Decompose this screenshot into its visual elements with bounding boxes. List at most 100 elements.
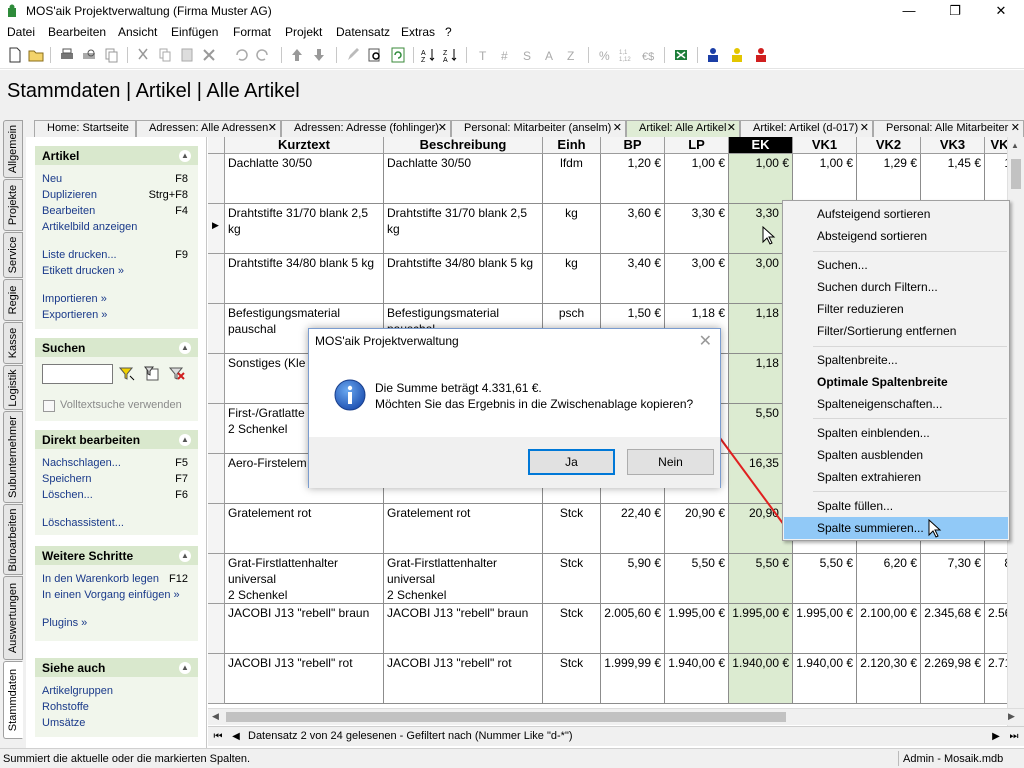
row-selector[interactable] [208, 654, 225, 704]
move-down-icon[interactable] [310, 46, 328, 64]
print-preview-icon[interactable] [80, 46, 98, 64]
grid-cell-beschreibung[interactable]: Gratelement rot [384, 504, 543, 554]
grid-cell-beschreibung[interactable]: JACOBI J13 "rebell" braun [384, 604, 543, 654]
row-selector[interactable] [208, 554, 225, 604]
tab-home[interactable]: Home: Startseite [34, 120, 136, 137]
grid-cell-einh[interactable]: Stck [543, 504, 601, 554]
hash-format-icon[interactable]: # [496, 46, 514, 64]
panel-artikel-header[interactable]: Artikel ▲ [35, 145, 198, 165]
vtab-allgemein[interactable]: Allgemein [3, 120, 23, 178]
vtab-bueroarbeiten[interactable]: Büroarbeiten [3, 504, 23, 575]
link-importieren[interactable]: Importieren » [42, 293, 107, 305]
link-bearbeiten[interactable]: Bearbeiten [42, 205, 95, 217]
link-liste-drucken[interactable]: Liste drucken... [42, 249, 117, 261]
menu-projekt[interactable]: Projekt [285, 25, 322, 39]
tab-alle-mitarbeiter[interactable]: Personal: Alle Mitarbeiter ✕ [873, 120, 1024, 137]
grid-cell-vk3[interactable]: 2.345,68 € [921, 604, 985, 654]
panel-siehe-header[interactable]: Siehe auch ▲ [35, 657, 198, 677]
link-loeschassistent[interactable]: Löschassistent... [42, 517, 124, 529]
link-exportieren[interactable]: Exportieren » [42, 309, 107, 321]
grid-cell-einh[interactable]: kg [543, 204, 601, 254]
scroll-up-icon[interactable]: ▲ [1011, 141, 1019, 150]
row-selector[interactable] [208, 154, 225, 204]
user-yellow-icon[interactable] [728, 46, 746, 64]
grid-cell-kurztext[interactable]: Drahtstifte 34/80 blank 5 kg [225, 254, 384, 304]
close-tab-icon[interactable]: ✕ [613, 121, 622, 136]
column-header-kurztext[interactable]: Kurztext [225, 137, 384, 154]
column-header-einh[interactable]: Einh [543, 137, 601, 154]
row-selector[interactable] [208, 354, 225, 404]
collapse-icon[interactable]: ▲ [179, 150, 191, 162]
grid-cell-bp[interactable]: 3,40 € [601, 254, 665, 304]
close-window-button[interactable]: ✕ [978, 0, 1024, 23]
link-artikelbild[interactable]: Artikelbild anzeigen [42, 221, 137, 233]
grid-cell-vk1[interactable]: 5,50 € [793, 554, 857, 604]
vtab-projekte[interactable]: Projekte [3, 179, 23, 231]
pen-icon[interactable] [344, 46, 362, 64]
yes-button[interactable]: Ja [528, 449, 615, 475]
column-header-vk1[interactable]: VK1 [793, 137, 857, 154]
collapse-icon[interactable]: ▲ [179, 342, 191, 354]
column-header-vk2[interactable]: VK2 [857, 137, 921, 154]
menu-sum-column[interactable]: Spalte summieren... [784, 517, 1008, 539]
redo-icon[interactable] [254, 46, 272, 64]
menu-extras[interactable]: Extras [401, 25, 435, 39]
grid-cell-bp[interactable]: 2.005,60 € [601, 604, 665, 654]
link-loeschen[interactable]: Löschen... [42, 489, 93, 501]
column-header-bp[interactable]: BP [601, 137, 665, 154]
close-tab-icon[interactable]: ✕ [860, 121, 869, 136]
sort-descending-icon[interactable]: ZA [442, 46, 460, 64]
row-selector[interactable] [208, 304, 225, 354]
collapse-icon[interactable]: ▲ [179, 550, 191, 562]
tab-alle-adressen[interactable]: Adressen: Alle Adressen ✕ [136, 120, 281, 137]
new-document-icon[interactable] [6, 46, 24, 64]
user-blue-icon[interactable] [704, 46, 722, 64]
link-vorgang[interactable]: In einen Vorgang einfügen » [42, 589, 180, 601]
panel-weitere-header[interactable]: Weitere Schritte ▲ [35, 545, 198, 565]
link-etikett-drucken[interactable]: Etikett drucken » [42, 265, 124, 277]
vtab-subunternehmer[interactable]: Subunternehmer [3, 411, 23, 503]
copy-icon[interactable] [156, 46, 174, 64]
decimal-icon[interactable]: 1,11,12 [618, 46, 636, 64]
column-header-ek[interactable]: EK [729, 137, 793, 154]
grid-cell-bp[interactable]: 1.999,99 € [601, 654, 665, 704]
grid-corner[interactable] [208, 137, 225, 154]
tab-alle-artikel[interactable]: Artikel: Alle Artikel ✕ [626, 120, 740, 137]
close-tab-icon[interactable]: ✕ [438, 121, 447, 136]
row-selector[interactable] [208, 504, 225, 554]
move-up-icon[interactable] [288, 46, 306, 64]
currency-icon[interactable]: €$ [640, 46, 658, 64]
link-warenkorb[interactable]: In den Warenkorb legen [42, 573, 159, 585]
grid-cell-lp[interactable]: 3,00 € [665, 254, 729, 304]
grid-cell-kurztext[interactable]: JACOBI J13 "rebell" rot [225, 654, 384, 704]
menu-bearbeiten[interactable]: Bearbeiten [48, 25, 106, 39]
column-header-beschreibung[interactable]: Beschreibung [384, 137, 543, 154]
user-red-icon[interactable] [752, 46, 770, 64]
scroll-thumb[interactable] [1011, 159, 1021, 189]
s-format-icon[interactable]: S [518, 46, 536, 64]
grid-cell-vk1[interactable]: 1,00 € [793, 154, 857, 204]
grid-cell-einh[interactable]: kg [543, 254, 601, 304]
panel-suchen-header[interactable]: Suchen ▲ [35, 337, 198, 357]
grid-cell-vk3[interactable]: 2.269,98 € [921, 654, 985, 704]
search-filter-icon[interactable] [117, 364, 137, 384]
menu-einfuegen[interactable]: Einfügen [171, 25, 218, 39]
vtab-logistik[interactable]: Logistik [3, 365, 23, 410]
delete-icon[interactable] [200, 46, 218, 64]
grid-cell-beschreibung[interactable]: Grat-Firstlattenhalter universal 2 Schenk… [384, 554, 543, 604]
grid-cell-lp[interactable]: 3,30 € [665, 204, 729, 254]
filter-list-icon[interactable] [142, 364, 162, 384]
grid-cell-beschreibung[interactable]: Dachlatte 30/50 [384, 154, 543, 204]
grid-cell-bp[interactable]: 3,60 € [601, 204, 665, 254]
link-rohstoffe[interactable]: Rohstoffe [42, 701, 89, 713]
link-plugins[interactable]: Plugins » [42, 617, 87, 629]
horizontal-scrollbar[interactable]: ◀ ▶ [208, 708, 1024, 725]
menu-hide-columns[interactable]: Spalten ausblenden [784, 444, 1008, 466]
vtab-regie[interactable]: Regie [3, 279, 23, 321]
close-tab-icon[interactable]: ✕ [1011, 121, 1020, 136]
grid-cell-bp[interactable]: 22,40 € [601, 504, 665, 554]
tab-adresse[interactable]: Adressen: Adresse (fohlinger) ✕ [281, 120, 451, 137]
next-record-button[interactable]: ▶ [988, 729, 1004, 745]
column-header-vk3[interactable]: VK3 [921, 137, 985, 154]
grid-cell-einh[interactable]: lfdm [543, 154, 601, 204]
